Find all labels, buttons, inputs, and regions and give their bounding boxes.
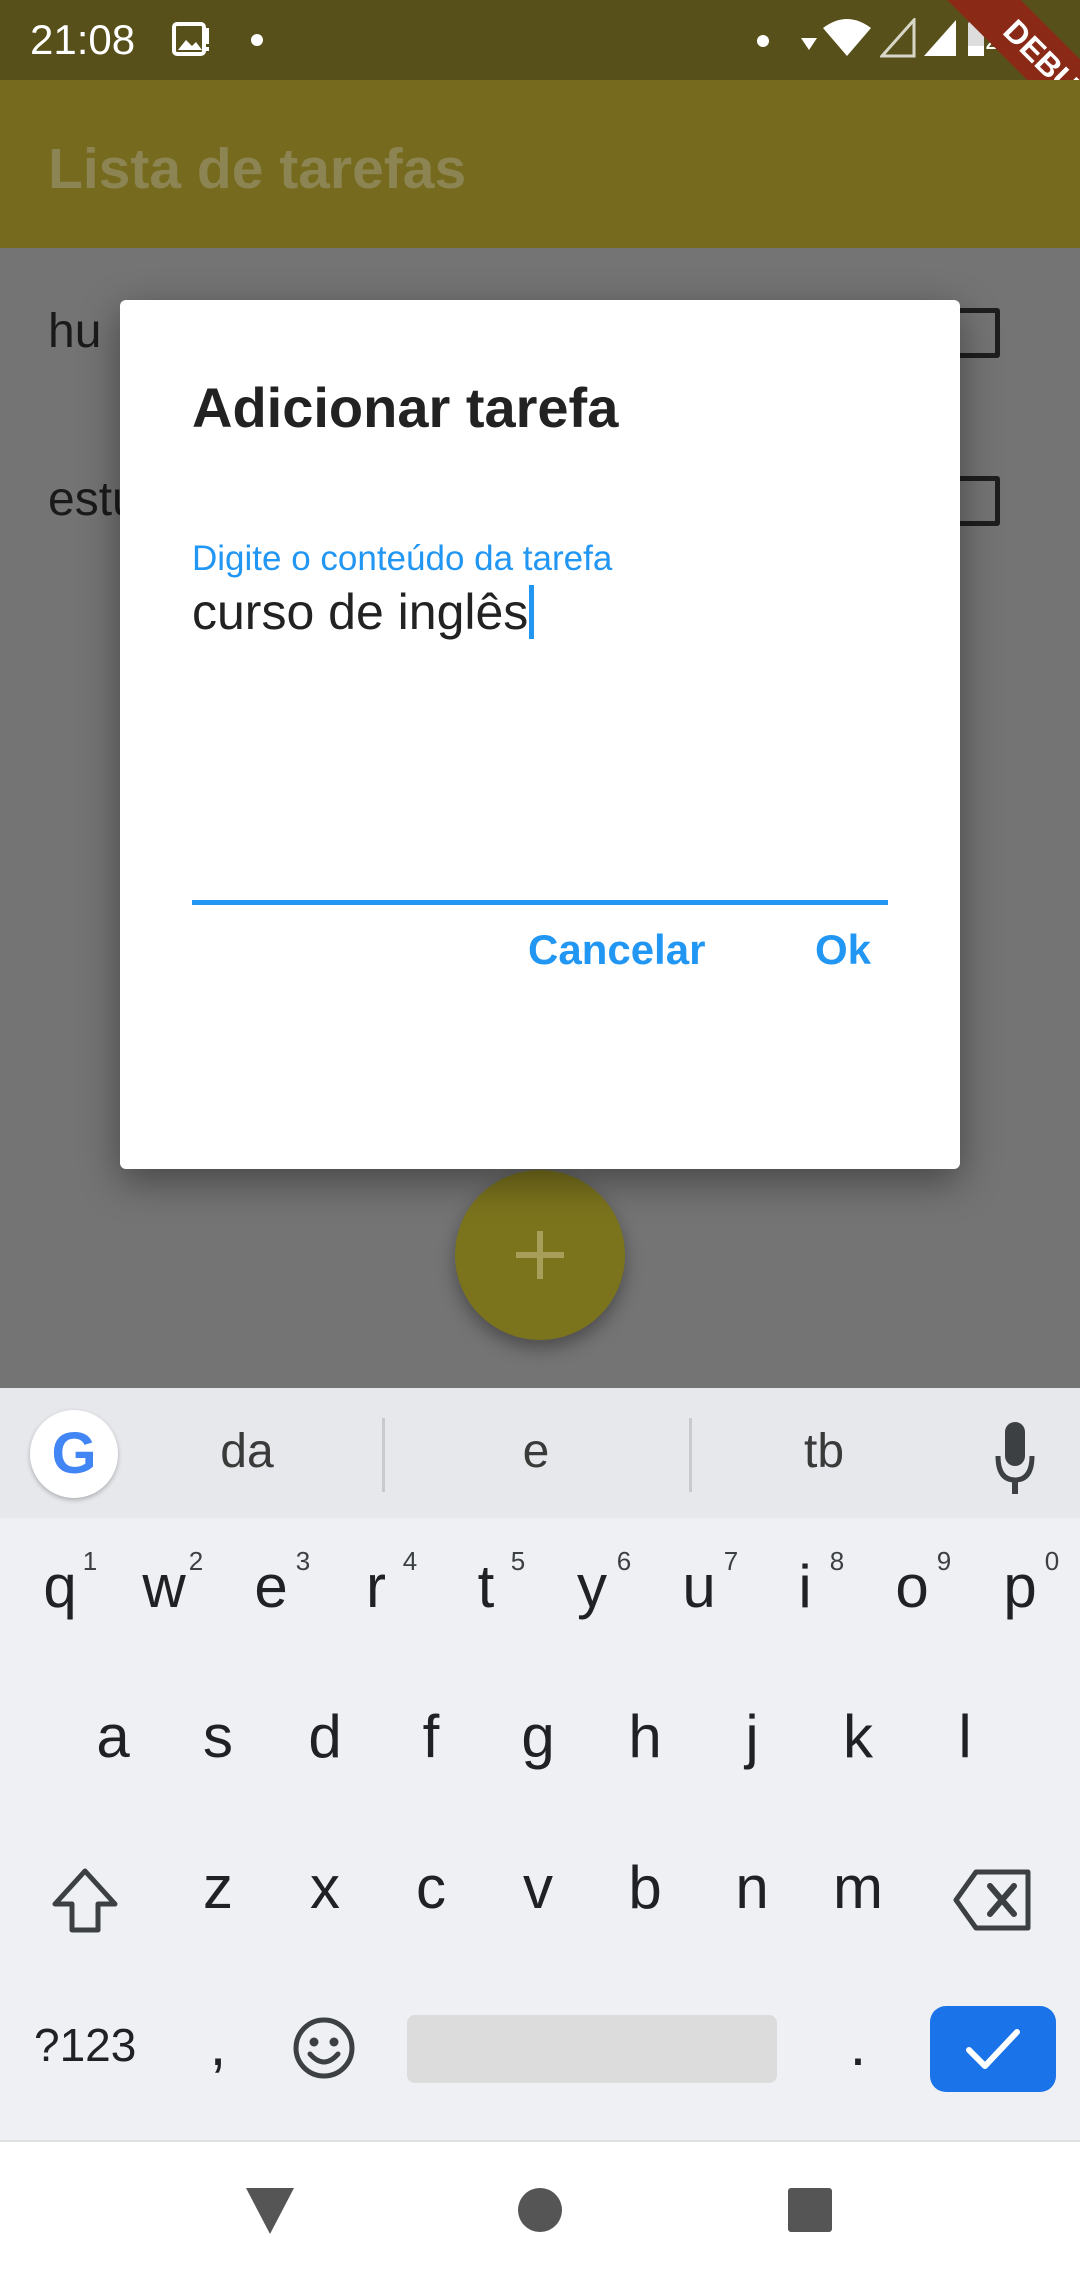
notification-dot-icon-2 xyxy=(757,35,769,47)
key-j[interactable]: j xyxy=(707,1702,797,1772)
enter-key[interactable] xyxy=(930,2006,1056,2092)
suggestion-divider xyxy=(382,1418,385,1492)
key-g[interactable]: g xyxy=(493,1702,583,1772)
gallery-notification-icon xyxy=(172,22,209,56)
suggestion-bar: G da e tb xyxy=(0,1388,1080,1518)
check-icon xyxy=(966,2029,1020,2069)
key-v[interactable]: v xyxy=(493,1853,583,1923)
ok-button[interactable]: Ok xyxy=(815,925,871,975)
key-n[interactable]: n xyxy=(707,1853,797,1923)
space-bar[interactable] xyxy=(407,2015,777,2083)
task-input[interactable]: curso de inglês xyxy=(192,580,535,644)
period-key[interactable]: . xyxy=(813,2010,903,2080)
key-hint: 9 xyxy=(936,1546,952,1576)
key-hint: 3 xyxy=(295,1546,311,1576)
key-m[interactable]: m xyxy=(813,1853,903,1923)
add-task-dialog: Adicionar tarefa Digite o conteúdo da ta… xyxy=(120,300,960,1169)
key-hint: 1 xyxy=(82,1546,98,1576)
status-bar: 21:08 24% DEBUG xyxy=(0,0,1080,191)
suggestion[interactable]: e xyxy=(436,1422,636,1482)
keyboard: G da e tb q 1 w 2 e 3 r 4 t 5 y 6 u 7 i … xyxy=(0,1388,1080,2140)
key-hint: 8 xyxy=(829,1546,845,1576)
status-time: 21:08 xyxy=(30,16,136,63)
shift-icon[interactable] xyxy=(50,1866,120,1936)
list-item-text: hu xyxy=(48,305,102,358)
cancel-button[interactable]: Cancelar xyxy=(528,925,705,975)
signal-empty-icon xyxy=(880,18,916,58)
key-d[interactable]: d xyxy=(280,1702,370,1772)
task-input-value: curso de inglês xyxy=(192,584,529,640)
nav-home-icon[interactable] xyxy=(516,2186,564,2234)
suggestion[interactable]: da xyxy=(147,1422,347,1482)
suggestion[interactable]: tb xyxy=(724,1422,924,1482)
mic-icon[interactable] xyxy=(995,1420,1035,1496)
signal-icon xyxy=(924,20,956,56)
nav-back-icon[interactable] xyxy=(244,2186,296,2236)
key-x[interactable]: x xyxy=(280,1853,370,1923)
key-hint: 2 xyxy=(188,1546,204,1576)
notification-dot-icon xyxy=(251,34,263,46)
key-l[interactable]: l xyxy=(920,1702,1010,1772)
text-cursor xyxy=(529,585,535,639)
key-a[interactable]: a xyxy=(68,1702,158,1772)
key-hint: 0 xyxy=(1044,1546,1060,1576)
wifi-icon xyxy=(823,19,871,56)
key-hint: 5 xyxy=(510,1546,526,1576)
key-k[interactable]: k xyxy=(813,1702,903,1772)
key-c[interactable]: c xyxy=(386,1853,476,1923)
key-hint: 4 xyxy=(402,1546,418,1576)
emoji-icon[interactable] xyxy=(292,2016,356,2080)
google-icon-letter: G xyxy=(51,1421,97,1486)
app-title: Lista de tarefas xyxy=(48,137,467,201)
dialog-title: Adicionar tarefa xyxy=(192,376,619,439)
key-f[interactable]: f xyxy=(386,1702,476,1772)
key-hint: 6 xyxy=(616,1546,632,1576)
task-input-label: Digite o conteúdo da tarefa xyxy=(192,539,613,578)
backspace-icon[interactable] xyxy=(952,1868,1032,1932)
google-icon[interactable]: G xyxy=(30,1410,118,1498)
key-b[interactable]: b xyxy=(600,1853,690,1923)
data-arrow-icon xyxy=(801,38,817,50)
nav-recents-icon[interactable] xyxy=(786,2186,834,2234)
suggestion-divider xyxy=(689,1418,692,1492)
key-h[interactable]: h xyxy=(600,1702,690,1772)
add-task-fab[interactable] xyxy=(455,1170,625,1340)
navigation-bar xyxy=(0,2140,1080,2282)
task-input-underline xyxy=(192,900,888,905)
add-icon-stroke xyxy=(537,1231,543,1279)
symbols-key[interactable]: ?123 xyxy=(34,2015,136,2075)
comma-key[interactable]: , xyxy=(173,2010,263,2080)
key-z[interactable]: z xyxy=(173,1853,263,1923)
key-hint: 7 xyxy=(723,1546,739,1576)
key-s[interactable]: s xyxy=(173,1702,263,1772)
